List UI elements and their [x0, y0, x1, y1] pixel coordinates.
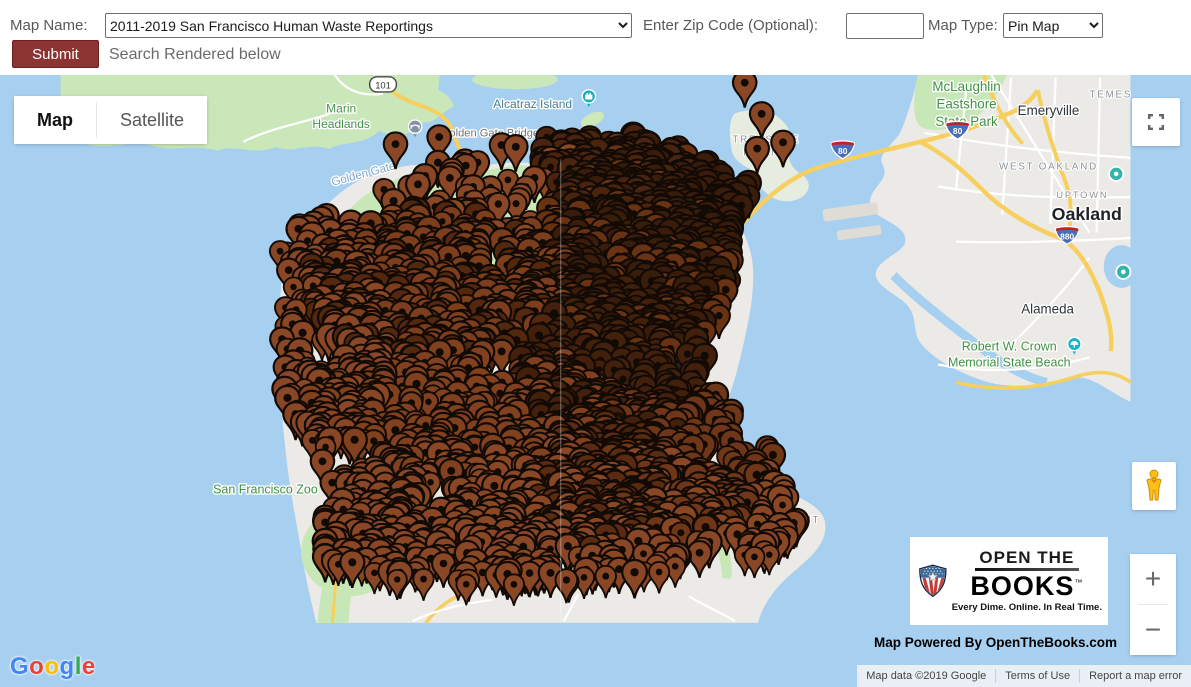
otb-shield-icon: [918, 544, 948, 618]
powered-by-text: Map Powered By OpenTheBooks.com: [874, 635, 1117, 650]
map-data-attribution: Map data ©2019 Google: [857, 670, 995, 682]
otb-wordmark: OPEN THE BOOKS™ Every Dime. Online. In R…: [952, 549, 1102, 614]
map-container[interactable]: MarinHeadlandsGolden GateGolden Gate Bri…: [0, 75, 1191, 687]
map-name-label: Map Name:: [10, 17, 88, 34]
svg-text:880: 880: [1060, 231, 1074, 241]
map-label: McLaughlinEastshoreState Park: [932, 79, 1000, 129]
otb-tagline: Every Dime. Online. In Real Time.: [952, 602, 1102, 613]
google-logo-letter: e: [82, 653, 96, 680]
map-type-label: Map Type:: [928, 17, 998, 34]
google-logo-letter: g: [60, 653, 75, 680]
map-label: UPTOWN: [1056, 190, 1108, 200]
fullscreen-button[interactable]: [1132, 98, 1180, 146]
map-label: Oakland: [1052, 204, 1122, 224]
google-logo-letter: G: [10, 653, 29, 680]
page: Map Name: 2011-2019 San Francisco Human …: [0, 0, 1191, 687]
report-map-error-link[interactable]: Report a map error: [1080, 670, 1191, 682]
google-logo-letter: l: [75, 653, 82, 680]
map-label: WEST OAKLAND: [999, 161, 1098, 172]
toolbar: Map Name: 2011-2019 San Francisco Human …: [0, 0, 1191, 75]
svg-text:101: 101: [375, 80, 391, 90]
svg-text:80: 80: [953, 126, 963, 136]
map-label: Emeryville: [1018, 103, 1080, 118]
fullscreen-icon: [1147, 113, 1165, 131]
submit-button[interactable]: Submit: [12, 40, 99, 68]
svg-text:80: 80: [838, 146, 848, 156]
pegman-icon: [1143, 469, 1165, 503]
otb-line2: BOOKS™: [970, 573, 1083, 600]
map-type-control: Map Satellite: [14, 96, 207, 144]
search-status-text: Search Rendered below: [109, 46, 281, 64]
google-logo[interactable]: Google: [10, 653, 96, 681]
map-label: Alameda: [1021, 302, 1074, 317]
zoom-out-button[interactable]: −: [1130, 605, 1176, 655]
map-view-button[interactable]: Map: [14, 96, 96, 144]
zip-input[interactable]: [846, 13, 924, 39]
zoom-control: + −: [1130, 554, 1176, 655]
map-label: San Francisco Zoo: [213, 483, 318, 497]
us-route-shield: 101: [370, 77, 397, 92]
zip-label: Enter Zip Code (Optional):: [643, 17, 818, 34]
google-logo-letter: o: [44, 653, 59, 680]
pegman-control[interactable]: [1132, 462, 1176, 510]
map-label: Alcatraz Island: [493, 97, 572, 111]
poi-marker-dot-icon[interactable]: [1109, 167, 1123, 181]
terms-of-use-link[interactable]: Terms of Use: [996, 670, 1079, 682]
map-label: TEMES: [1090, 89, 1133, 100]
map-type-select[interactable]: Pin Map: [1003, 13, 1103, 38]
otb-line1: OPEN THE: [979, 549, 1074, 567]
satellite-view-button[interactable]: Satellite: [97, 96, 207, 144]
attribution-bar: Map data ©2019 Google Terms of Use Repor…: [857, 665, 1191, 687]
openthebooks-logo[interactable]: OPEN THE BOOKS™ Every Dime. Online. In R…: [910, 537, 1108, 625]
map-name-select[interactable]: 2011-2019 San Francisco Human Waste Repo…: [105, 13, 632, 38]
google-logo-letter: o: [29, 653, 44, 680]
zoom-in-button[interactable]: +: [1130, 554, 1176, 604]
poi-marker-dot-icon[interactable]: [1116, 265, 1130, 279]
